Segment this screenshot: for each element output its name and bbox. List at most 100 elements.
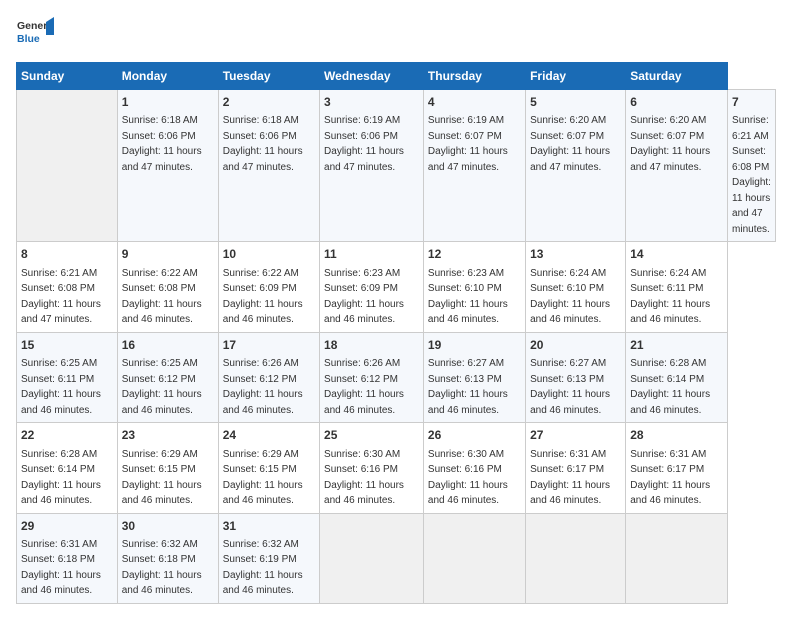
day-info: Sunrise: 6:20 AMSunset: 6:07 PMDaylight:… [630,115,710,173]
day-number: 23 [122,427,214,444]
day-cell: 18 Sunrise: 6:26 AMSunset: 6:12 PMDayligh… [320,332,424,422]
day-cell: 26 Sunrise: 6:30 AMSunset: 6:16 PMDayligh… [423,423,525,513]
day-number: 20 [530,337,621,354]
col-header-saturday: Saturday [626,63,728,90]
day-number: 22 [21,427,113,444]
day-info: Sunrise: 6:23 AMSunset: 6:10 PMDaylight:… [428,268,508,326]
day-cell: 2 Sunrise: 6:18 AMSunset: 6:06 PMDaylight… [218,90,319,242]
day-number: 11 [324,246,419,263]
day-cell [526,513,626,603]
day-cell: 11 Sunrise: 6:23 AMSunset: 6:09 PMDayligh… [320,242,424,332]
day-info: Sunrise: 6:20 AMSunset: 6:07 PMDaylight:… [530,115,610,173]
day-info: Sunrise: 6:31 AMSunset: 6:17 PMDaylight:… [530,449,610,507]
day-number: 2 [223,94,315,111]
day-number: 21 [630,337,723,354]
day-info: Sunrise: 6:28 AMSunset: 6:14 PMDaylight:… [630,358,710,416]
day-cell: 3 Sunrise: 6:19 AMSunset: 6:06 PMDaylight… [320,90,424,242]
day-number: 3 [324,94,419,111]
day-cell: 13 Sunrise: 6:24 AMSunset: 6:10 PMDayligh… [526,242,626,332]
day-info: Sunrise: 6:25 AMSunset: 6:12 PMDaylight:… [122,358,202,416]
day-number: 27 [530,427,621,444]
day-info: Sunrise: 6:25 AMSunset: 6:11 PMDaylight:… [21,358,101,416]
day-number: 24 [223,427,315,444]
day-cell: 1 Sunrise: 6:18 AMSunset: 6:06 PMDaylight… [117,90,218,242]
col-header-friday: Friday [526,63,626,90]
day-cell: 29Sunrise: 6:31 AMSunset: 6:18 PMDayligh… [17,513,118,603]
day-info: Sunrise: 6:18 AMSunset: 6:06 PMDaylight:… [122,115,202,173]
day-cell: 15 Sunrise: 6:25 AMSunset: 6:11 PMDayligh… [17,332,118,422]
day-cell: 21 Sunrise: 6:28 AMSunset: 6:14 PMDayligh… [626,332,728,422]
day-number: 26 [428,427,521,444]
calendar-table: SundayMondayTuesdayWednesdayThursdayFrid… [16,62,776,604]
day-cell: 14Sunrise: 6:24 AMSunset: 6:11 PMDayligh… [626,242,728,332]
day-cell: 6 Sunrise: 6:20 AMSunset: 6:07 PMDaylight… [626,90,728,242]
day-info: Sunrise: 6:21 AMSunset: 6:08 PMDaylight:… [732,115,771,235]
logo: General Blue [16,16,54,54]
day-number: 15 [21,337,113,354]
day-cell: 19 Sunrise: 6:27 AMSunset: 6:13 PMDayligh… [423,332,525,422]
day-cell: 16 Sunrise: 6:25 AMSunset: 6:12 PMDayligh… [117,332,218,422]
day-info: Sunrise: 6:24 AMSunset: 6:11 PMDaylight:… [630,268,710,326]
day-cell: 27 Sunrise: 6:31 AMSunset: 6:17 PMDayligh… [526,423,626,513]
day-number: 16 [122,337,214,354]
day-info: Sunrise: 6:24 AMSunset: 6:10 PMDaylight:… [530,268,610,326]
day-number: 25 [324,427,419,444]
day-cell [423,513,525,603]
week-row-5: 29Sunrise: 6:31 AMSunset: 6:18 PMDayligh… [17,513,776,603]
day-number: 5 [530,94,621,111]
day-number: 6 [630,94,723,111]
day-info: Sunrise: 6:23 AMSunset: 6:09 PMDaylight:… [324,268,404,326]
day-number: 7 [732,94,771,111]
day-info: Sunrise: 6:19 AMSunset: 6:06 PMDaylight:… [324,115,404,173]
day-info: Sunrise: 6:26 AMSunset: 6:12 PMDaylight:… [223,358,303,416]
day-cell: 7 Sunrise: 6:21 AMSunset: 6:08 PMDaylight… [728,90,776,242]
logo-svg: General Blue [16,16,54,54]
day-cell: 12 Sunrise: 6:23 AMSunset: 6:10 PMDayligh… [423,242,525,332]
day-info: Sunrise: 6:22 AMSunset: 6:08 PMDaylight:… [122,268,202,326]
day-number: 9 [122,246,214,263]
day-cell [17,90,118,242]
day-cell: 28 Sunrise: 6:31 AMSunset: 6:17 PMDayligh… [626,423,728,513]
week-row-1: 1 Sunrise: 6:18 AMSunset: 6:06 PMDaylight… [17,90,776,242]
day-info: Sunrise: 6:32 AMSunset: 6:18 PMDaylight:… [122,539,202,597]
day-number: 31 [223,518,315,535]
day-cell: 30 Sunrise: 6:32 AMSunset: 6:18 PMDayligh… [117,513,218,603]
day-info: Sunrise: 6:31 AMSunset: 6:18 PMDaylight:… [21,539,101,597]
col-header-thursday: Thursday [423,63,525,90]
day-cell: 20Sunrise: 6:27 AMSunset: 6:13 PMDayligh… [526,332,626,422]
day-number: 12 [428,246,521,263]
day-info: Sunrise: 6:28 AMSunset: 6:14 PMDaylight:… [21,449,101,507]
day-info: Sunrise: 6:18 AMSunset: 6:06 PMDaylight:… [223,115,303,173]
day-number: 1 [122,94,214,111]
week-row-2: 8Sunrise: 6:21 AMSunset: 6:08 PMDaylight… [17,242,776,332]
day-info: Sunrise: 6:27 AMSunset: 6:13 PMDaylight:… [428,358,508,416]
col-header-monday: Monday [117,63,218,90]
day-info: Sunrise: 6:30 AMSunset: 6:16 PMDaylight:… [428,449,508,507]
day-number: 19 [428,337,521,354]
day-cell [626,513,728,603]
day-info: Sunrise: 6:32 AMSunset: 6:19 PMDaylight:… [223,539,303,597]
day-cell: 4 Sunrise: 6:19 AMSunset: 6:07 PMDaylight… [423,90,525,242]
svg-text:Blue: Blue [17,33,40,45]
day-number: 18 [324,337,419,354]
day-info: Sunrise: 6:19 AMSunset: 6:07 PMDaylight:… [428,115,508,173]
day-cell: 5 Sunrise: 6:20 AMSunset: 6:07 PMDaylight… [526,90,626,242]
header-row: SundayMondayTuesdayWednesdayThursdayFrid… [17,63,776,90]
day-number: 30 [122,518,214,535]
day-number: 10 [223,246,315,263]
day-info: Sunrise: 6:29 AMSunset: 6:15 PMDaylight:… [223,449,303,507]
day-cell: 8Sunrise: 6:21 AMSunset: 6:08 PMDaylight… [17,242,118,332]
day-info: Sunrise: 6:31 AMSunset: 6:17 PMDaylight:… [630,449,710,507]
day-number: 28 [630,427,723,444]
week-row-4: 22 Sunrise: 6:28 AMSunset: 6:14 PMDayligh… [17,423,776,513]
day-cell [320,513,424,603]
day-number: 13 [530,246,621,263]
day-cell: 23 Sunrise: 6:29 AMSunset: 6:15 PMDayligh… [117,423,218,513]
day-cell: 17 Sunrise: 6:26 AMSunset: 6:12 PMDayligh… [218,332,319,422]
day-cell: 10Sunrise: 6:22 AMSunset: 6:09 PMDayligh… [218,242,319,332]
day-number: 4 [428,94,521,111]
day-info: Sunrise: 6:26 AMSunset: 6:12 PMDaylight:… [324,358,404,416]
day-number: 17 [223,337,315,354]
week-row-3: 15 Sunrise: 6:25 AMSunset: 6:11 PMDayligh… [17,332,776,422]
day-info: Sunrise: 6:29 AMSunset: 6:15 PMDaylight:… [122,449,202,507]
